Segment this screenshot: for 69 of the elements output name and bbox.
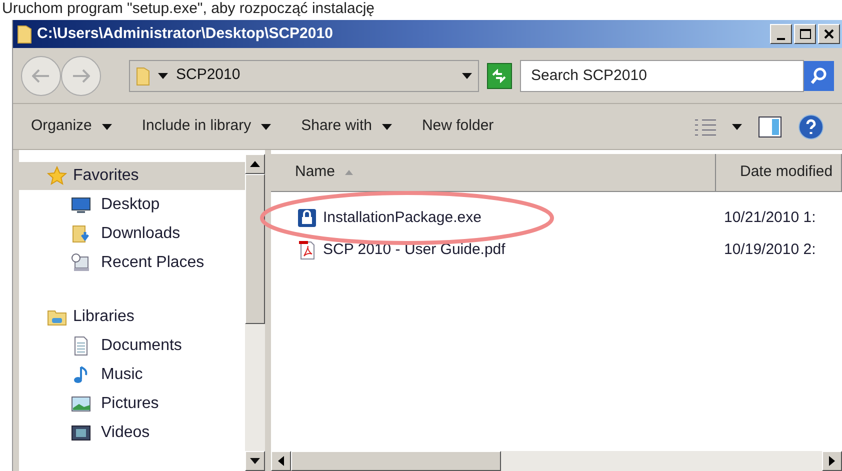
file-date: 10/19/2010 2: — [723, 240, 816, 260]
caret-icon — [382, 124, 392, 130]
caret-icon — [102, 124, 112, 130]
pane-icon — [758, 116, 782, 138]
right-arrow-icon — [829, 456, 835, 466]
window-title: C:\Users\Administrator\Desktop\SCP2010 — [37, 24, 333, 44]
padlock-icon — [297, 208, 317, 228]
help-icon — [798, 114, 824, 140]
minimize-icon — [777, 38, 785, 40]
sort-arrow-icon — [345, 170, 354, 175]
sidebar-item[interactable]: Desktop — [19, 190, 245, 219]
picture-icon — [71, 394, 91, 414]
address-path: SCP2010 — [176, 65, 240, 86]
right-arrow-icon — [72, 68, 90, 82]
sidebar-item[interactable]: Documents — [19, 331, 245, 360]
caret-icon — [732, 124, 742, 130]
left-arrow-icon — [278, 456, 284, 466]
pdf-file-icon — [297, 240, 317, 260]
caret-icon — [462, 72, 472, 78]
recent-places-icon — [71, 252, 91, 272]
view-options-button[interactable] — [694, 118, 742, 136]
sidebar-item[interactable]: Videos — [19, 418, 245, 447]
sidebar-group[interactable]: Favorites — [19, 162, 245, 190]
sidebar-group[interactable]: Libraries — [19, 303, 245, 331]
sidebar-group-label: Libraries — [73, 307, 134, 327]
file-row[interactable]: SCP 2010 - User Guide.pdf 10/19/2010 2: — [271, 234, 842, 266]
address-field[interactable]: SCP2010 — [129, 60, 479, 92]
folder-icon — [136, 66, 150, 86]
toolbar-menu-button[interactable]: New folder — [422, 115, 494, 138]
toolbar-menu-button[interactable]: Include in library — [142, 115, 272, 138]
left-arrow-icon — [32, 68, 50, 82]
horizontal-scrollbar[interactable] — [271, 451, 842, 471]
sidebar-item[interactable]: Pictures — [19, 389, 245, 418]
maximize-icon — [800, 29, 810, 39]
monitor-icon — [71, 194, 91, 214]
search-field[interactable]: Search SCP2010 — [520, 60, 804, 92]
caret-icon — [158, 72, 168, 78]
folder-download-icon — [71, 224, 91, 244]
sidebar-item[interactable]: Recent Places — [19, 248, 245, 277]
column-header[interactable]: Name — [271, 154, 716, 191]
folder-icon — [17, 24, 33, 44]
star-icon — [47, 166, 67, 186]
vertical-scrollbar[interactable] — [245, 154, 265, 471]
search-icon — [810, 66, 828, 84]
refresh-button[interactable] — [486, 62, 512, 88]
sidebar-item[interactable]: Music — [19, 360, 245, 389]
preview-pane-button[interactable] — [758, 116, 782, 138]
up-arrow-icon — [250, 161, 260, 167]
close-icon — [824, 29, 834, 39]
help-button[interactable] — [798, 114, 824, 140]
close-button[interactable] — [818, 24, 840, 44]
column-header[interactable]: Date modified — [716, 154, 842, 191]
file-row[interactable]: InstallationPackage.exe 10/21/2010 1: — [271, 202, 842, 234]
file-name: SCP 2010 - User Guide.pdf — [323, 240, 506, 260]
search-button[interactable] — [804, 60, 834, 90]
caret-icon — [261, 124, 272, 130]
sidebar-item[interactable]: Downloads — [19, 219, 245, 248]
caret-icon — [250, 458, 260, 464]
maximize-button[interactable] — [794, 24, 816, 44]
toolbar-menu-button[interactable]: Share with — [301, 115, 392, 138]
refresh-arrows-icon — [491, 68, 508, 82]
file-date: 10/21/2010 1: — [723, 208, 816, 228]
file-name: InstallationPackage.exe — [323, 208, 482, 228]
list-view-icon — [694, 118, 718, 136]
toolbar-menu-button[interactable]: Organize — [31, 115, 112, 138]
film-icon — [71, 422, 91, 442]
caption-text: Uruchom program "setup.exe", aby rozpocząć instalację — [1, 0, 376, 19]
minimize-button[interactable] — [770, 24, 792, 44]
sidebar-group-label: Favorites — [73, 166, 139, 186]
